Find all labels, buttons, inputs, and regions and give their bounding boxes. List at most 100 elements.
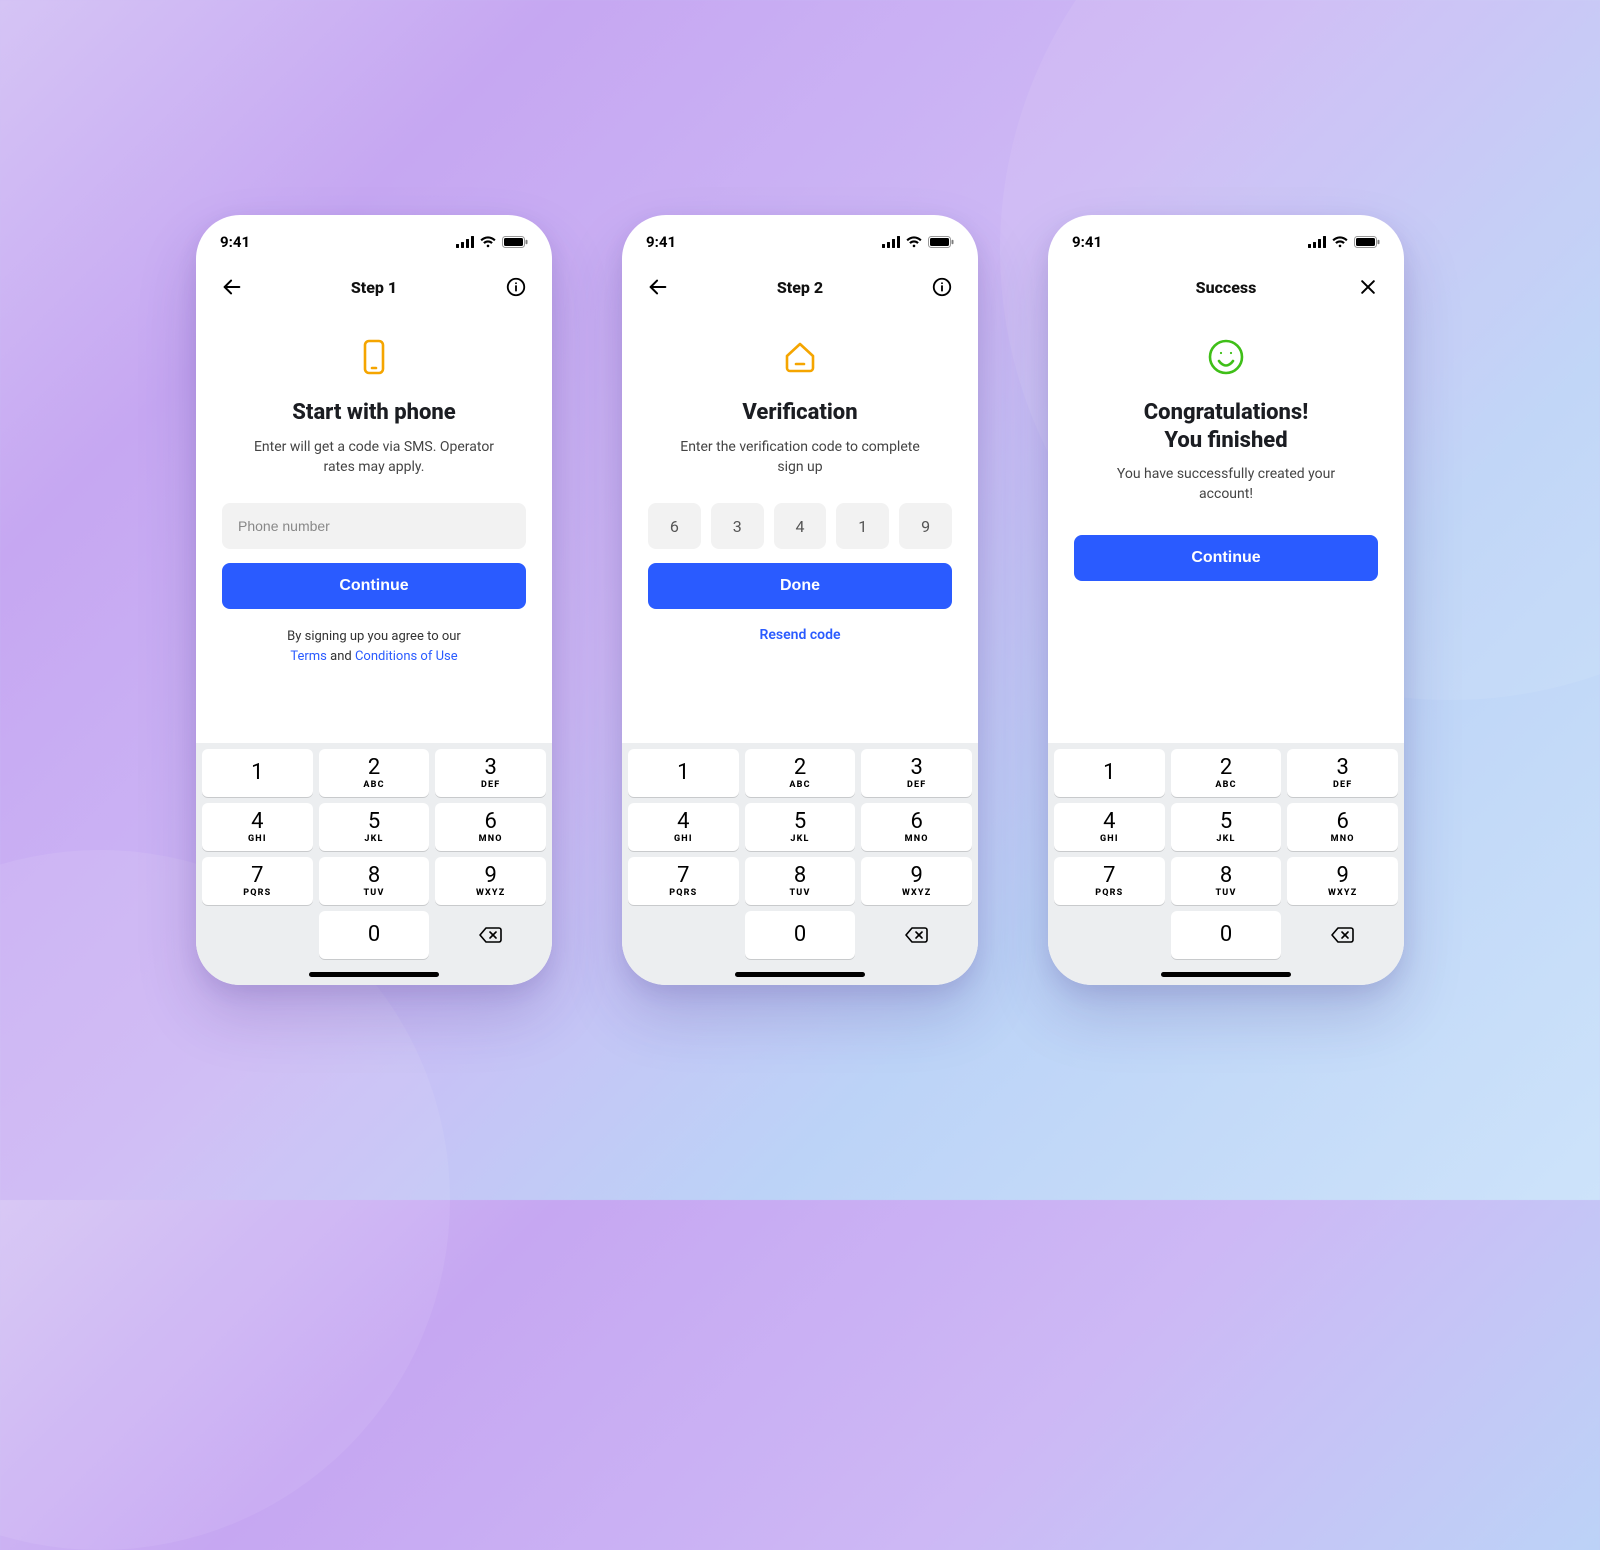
key-delete[interactable] [861, 911, 972, 959]
key-4[interactable]: 4GHI [202, 803, 313, 851]
phone-icon [352, 335, 396, 383]
otp-digit-4[interactable]: 1 [836, 503, 889, 549]
legal-prefix: By signing up you agree to our [287, 629, 461, 644]
continue-button[interactable]: Continue [222, 563, 526, 609]
key-8[interactable]: 8TUV [319, 857, 430, 905]
status-indicators [456, 236, 528, 248]
key-5[interactable]: 5JKL [319, 803, 430, 851]
arrow-left-icon [221, 276, 243, 298]
key-9[interactable]: 9WXYZ [861, 857, 972, 905]
backspace-icon [478, 925, 504, 945]
continue-button[interactable]: Continue [1074, 535, 1378, 581]
status-bar: 9:41 [196, 215, 552, 255]
close-icon [1358, 277, 1378, 297]
battery-icon [1354, 236, 1380, 248]
subtext: Enter the verification code to complete … [670, 437, 930, 478]
nav-spacer [1070, 273, 1098, 301]
key-6[interactable]: 6MNO [861, 803, 972, 851]
key-9[interactable]: 9WXYZ [435, 857, 546, 905]
home-icon [778, 335, 822, 383]
resend-code-link[interactable]: Resend code [760, 627, 841, 643]
key-5[interactable]: 5JKL [745, 803, 856, 851]
screen-success: 9:41 Success Congratulations! You finish… [1048, 215, 1404, 985]
key-0[interactable]: 0 [1171, 911, 1282, 959]
numeric-keypad: 1 2ABC 3DEF 4GHI 5JKL 6MNO 7PQRS 8TUV 9W… [622, 743, 978, 985]
smile-icon [1204, 335, 1248, 383]
nav-bar: Success [1048, 255, 1404, 309]
key-3[interactable]: 3DEF [1287, 749, 1398, 797]
key-0[interactable]: 0 [319, 911, 430, 959]
key-4[interactable]: 4GHI [628, 803, 739, 851]
heading-line2: You finished [1164, 428, 1287, 453]
status-time: 9:41 [1072, 233, 1102, 251]
info-icon [505, 276, 527, 298]
phone-input[interactable] [222, 503, 526, 549]
wifi-icon [1332, 236, 1348, 248]
key-blank [1054, 911, 1165, 959]
nav-bar: Step 2 [622, 255, 978, 309]
status-bar: 9:41 [622, 215, 978, 255]
key-3[interactable]: 3DEF [861, 749, 972, 797]
key-3[interactable]: 3DEF [435, 749, 546, 797]
key-1[interactable]: 1 [628, 749, 739, 797]
back-button[interactable] [644, 273, 672, 301]
key-8[interactable]: 8TUV [745, 857, 856, 905]
key-7[interactable]: 7PQRS [1054, 857, 1165, 905]
screen-step2: 9:41 Step 2 Verification Enter the verif… [622, 215, 978, 985]
key-4[interactable]: 4GHI [1054, 803, 1165, 851]
home-indicator [309, 972, 439, 977]
conditions-link[interactable]: Conditions of Use [355, 649, 458, 664]
key-0[interactable]: 0 [745, 911, 856, 959]
legal-mid: and [327, 649, 355, 664]
key-2[interactable]: 2ABC [319, 749, 430, 797]
otp-digit-1[interactable]: 6 [648, 503, 701, 549]
content-area: Verification Enter the verification code… [622, 309, 978, 743]
key-2[interactable]: 2ABC [1171, 749, 1282, 797]
terms-link[interactable]: Terms [290, 649, 327, 664]
key-delete[interactable] [1287, 911, 1398, 959]
battery-icon [928, 236, 954, 248]
key-7[interactable]: 7PQRS [202, 857, 313, 905]
otp-digit-2[interactable]: 3 [711, 503, 764, 549]
key-7[interactable]: 7PQRS [628, 857, 739, 905]
otp-digit-5[interactable]: 9 [899, 503, 952, 549]
key-2[interactable]: 2ABC [745, 749, 856, 797]
key-8[interactable]: 8TUV [1171, 857, 1282, 905]
subtext: You have successfully created your accou… [1096, 464, 1356, 505]
heading: Congratulations! You finished [1144, 399, 1308, 454]
arrow-left-icon [647, 276, 669, 298]
done-button[interactable]: Done [648, 563, 952, 609]
cellular-icon [882, 236, 900, 248]
back-button[interactable] [218, 273, 246, 301]
content-area: Congratulations! You finished You have s… [1048, 309, 1404, 743]
info-icon [931, 276, 953, 298]
key-delete[interactable] [435, 911, 546, 959]
otp-inputs: 6 3 4 1 9 [648, 503, 952, 549]
close-button[interactable] [1354, 273, 1382, 301]
otp-digit-3[interactable]: 4 [774, 503, 827, 549]
status-indicators [1308, 236, 1380, 248]
numeric-keypad: 1 2ABC 3DEF 4GHI 5JKL 6MNO 7PQRS 8TUV 9W… [196, 743, 552, 985]
key-5[interactable]: 5JKL [1171, 803, 1282, 851]
heading: Start with phone [292, 399, 455, 427]
key-blank [628, 911, 739, 959]
status-time: 9:41 [646, 233, 676, 251]
status-indicators [882, 236, 954, 248]
battery-icon [502, 236, 528, 248]
cellular-icon [456, 236, 474, 248]
key-1[interactable]: 1 [202, 749, 313, 797]
info-button[interactable] [502, 273, 530, 301]
key-6[interactable]: 6MNO [1287, 803, 1398, 851]
heading: Verification [742, 399, 857, 427]
info-button[interactable] [928, 273, 956, 301]
key-9[interactable]: 9WXYZ [1287, 857, 1398, 905]
key-1[interactable]: 1 [1054, 749, 1165, 797]
wifi-icon [480, 236, 496, 248]
legal-text: By signing up you agree to our Terms and… [287, 627, 461, 666]
key-blank [202, 911, 313, 959]
status-time: 9:41 [220, 233, 250, 251]
key-6[interactable]: 6MNO [435, 803, 546, 851]
cellular-icon [1308, 236, 1326, 248]
backspace-icon [1330, 925, 1356, 945]
nav-title: Success [1196, 278, 1257, 297]
